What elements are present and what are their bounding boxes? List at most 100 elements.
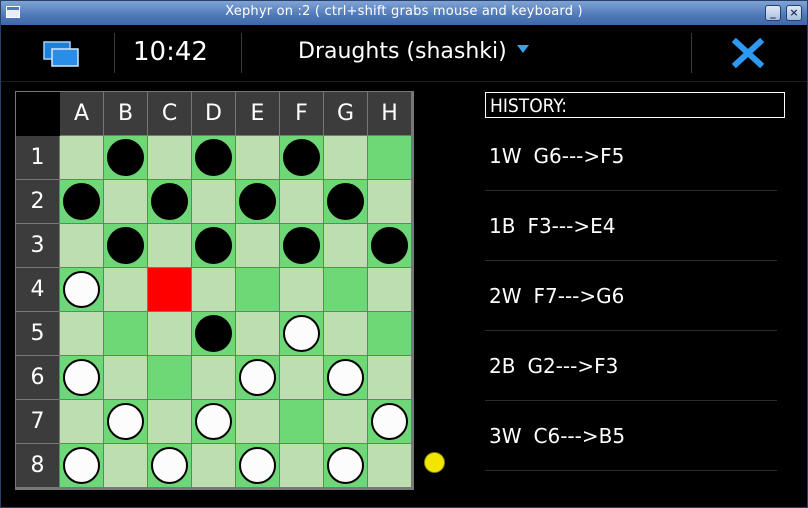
- title-bar[interactable]: Xephyr on :2 ( ctrl+shift grabs mouse an…: [1, 1, 807, 25]
- board-square-g3[interactable]: [324, 224, 367, 267]
- board-square-a7[interactable]: [60, 400, 103, 443]
- black-piece[interactable]: [195, 139, 232, 176]
- white-piece[interactable]: [239, 447, 276, 484]
- board-square-c4[interactable]: [148, 268, 191, 311]
- black-piece[interactable]: [107, 139, 144, 176]
- board-square-f3[interactable]: [280, 224, 323, 267]
- board-square-f4[interactable]: [280, 268, 323, 311]
- board-square-e4[interactable]: [236, 268, 279, 311]
- white-piece[interactable]: [327, 359, 364, 396]
- board-square-e8[interactable]: [236, 444, 279, 487]
- black-piece[interactable]: [195, 315, 232, 352]
- board-square-g8[interactable]: [324, 444, 367, 487]
- board-square-d7[interactable]: [192, 400, 235, 443]
- board-square-b4[interactable]: [104, 268, 147, 311]
- board-square-g2[interactable]: [324, 180, 367, 223]
- board-square-b5[interactable]: [104, 312, 147, 355]
- white-piece[interactable]: [63, 447, 100, 484]
- board-square-b7[interactable]: [104, 400, 147, 443]
- board-square-b6[interactable]: [104, 356, 147, 399]
- board-square-d6[interactable]: [192, 356, 235, 399]
- board-square-c7[interactable]: [148, 400, 191, 443]
- black-piece[interactable]: [371, 227, 408, 264]
- board-square-b8[interactable]: [104, 444, 147, 487]
- board-square-h3[interactable]: [368, 224, 411, 267]
- history-item[interactable]: 1B F3--->E4: [485, 191, 777, 261]
- board-square-h7[interactable]: [368, 400, 411, 443]
- board-square-f2[interactable]: [280, 180, 323, 223]
- board-square-g4[interactable]: [324, 268, 367, 311]
- board-square-c8[interactable]: [148, 444, 191, 487]
- white-piece[interactable]: [63, 359, 100, 396]
- history-item[interactable]: 2B G2--->F3: [485, 331, 777, 401]
- board-square-a3[interactable]: [60, 224, 103, 267]
- black-piece[interactable]: [283, 227, 320, 264]
- board-square-g7[interactable]: [324, 400, 367, 443]
- board-square-e7[interactable]: [236, 400, 279, 443]
- black-piece[interactable]: [107, 227, 144, 264]
- board-square-h6[interactable]: [368, 356, 411, 399]
- board-square-e1[interactable]: [236, 136, 279, 179]
- board-square-d2[interactable]: [192, 180, 235, 223]
- white-piece[interactable]: [239, 359, 276, 396]
- board-square-b2[interactable]: [104, 180, 147, 223]
- board-square-g1[interactable]: [324, 136, 367, 179]
- board-square-f7[interactable]: [280, 400, 323, 443]
- board-square-f1[interactable]: [280, 136, 323, 179]
- board-square-f6[interactable]: [280, 356, 323, 399]
- black-piece[interactable]: [63, 183, 100, 220]
- board-square-h4[interactable]: [368, 268, 411, 311]
- board-square-a1[interactable]: [60, 136, 103, 179]
- board-square-e6[interactable]: [236, 356, 279, 399]
- board-square-a6[interactable]: [60, 356, 103, 399]
- board-square-c1[interactable]: [148, 136, 191, 179]
- board-square-c5[interactable]: [148, 312, 191, 355]
- minimize-button[interactable]: _: [765, 5, 781, 21]
- board-square-b3[interactable]: [104, 224, 147, 267]
- task-switcher-icon[interactable]: [41, 39, 81, 69]
- board-square-a4[interactable]: [60, 268, 103, 311]
- black-piece[interactable]: [239, 183, 276, 220]
- board-square-c2[interactable]: [148, 180, 191, 223]
- game-board[interactable]: ABCDEFGH 12345678: [15, 91, 414, 490]
- history-item[interactable]: 1W G6--->F5: [485, 121, 777, 191]
- board-square-d1[interactable]: [192, 136, 235, 179]
- black-piece[interactable]: [283, 139, 320, 176]
- app-title-menu[interactable]: Draughts (shashki): [298, 39, 529, 64]
- white-piece[interactable]: [327, 447, 364, 484]
- board-square-c6[interactable]: [148, 356, 191, 399]
- history-item[interactable]: 3W C6--->B5: [485, 401, 777, 471]
- board-square-e5[interactable]: [236, 312, 279, 355]
- board-square-d5[interactable]: [192, 312, 235, 355]
- board-square-a8[interactable]: [60, 444, 103, 487]
- board-square-b1[interactable]: [104, 136, 147, 179]
- white-piece[interactable]: [63, 271, 100, 308]
- board-square-h2[interactable]: [368, 180, 411, 223]
- black-piece[interactable]: [195, 227, 232, 264]
- board-square-g6[interactable]: [324, 356, 367, 399]
- board-square-f8[interactable]: [280, 444, 323, 487]
- white-piece[interactable]: [151, 447, 188, 484]
- board-square-d8[interactable]: [192, 444, 235, 487]
- close-window-button[interactable]: ×: [786, 5, 802, 21]
- board-square-g5[interactable]: [324, 312, 367, 355]
- board-square-e2[interactable]: [236, 180, 279, 223]
- board-square-a5[interactable]: [60, 312, 103, 355]
- board-square-e3[interactable]: [236, 224, 279, 267]
- board-square-a2[interactable]: [60, 180, 103, 223]
- white-piece[interactable]: [107, 403, 144, 440]
- board-square-h5[interactable]: [368, 312, 411, 355]
- board-square-h8[interactable]: [368, 444, 411, 487]
- black-piece[interactable]: [151, 183, 188, 220]
- white-piece[interactable]: [283, 315, 320, 352]
- white-piece[interactable]: [195, 403, 232, 440]
- board-square-f5[interactable]: [280, 312, 323, 355]
- board-square-h1[interactable]: [368, 136, 411, 179]
- board-square-c3[interactable]: [148, 224, 191, 267]
- black-piece[interactable]: [327, 183, 364, 220]
- white-piece[interactable]: [371, 403, 408, 440]
- close-app-icon[interactable]: [731, 37, 765, 69]
- history-item[interactable]: 2W F7--->G6: [485, 261, 777, 331]
- board-square-d3[interactable]: [192, 224, 235, 267]
- board-square-d4[interactable]: [192, 268, 235, 311]
